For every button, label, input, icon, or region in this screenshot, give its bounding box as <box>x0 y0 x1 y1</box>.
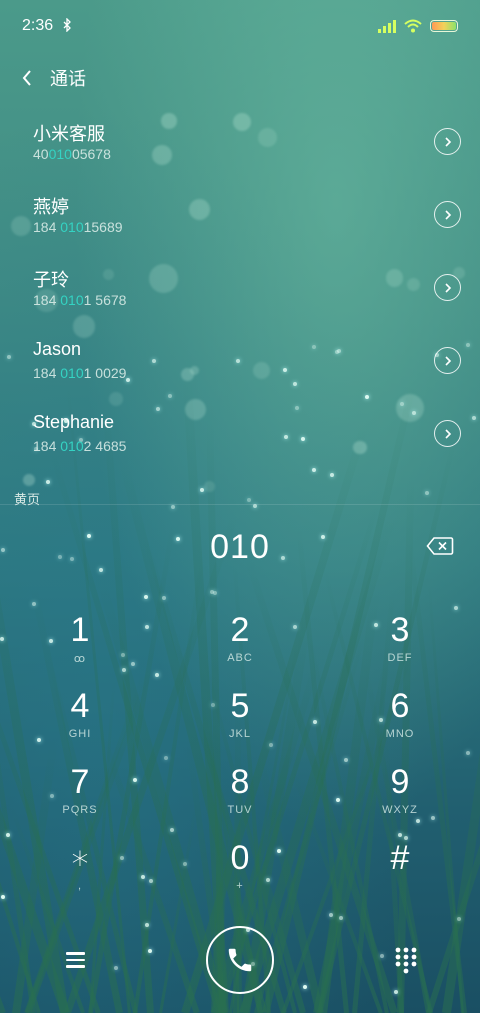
key-7[interactable]: 7 PQRS <box>20 762 140 834</box>
key-6[interactable]: 6 MNO <box>340 686 460 758</box>
status-time: 2:36 <box>22 17 54 34</box>
contact-suggestions-list: 小米客服 4001005678 燕婷 184 01015689 子玲 184 0… <box>0 110 480 475</box>
contact-detail-button[interactable] <box>434 128 461 155</box>
contact-number: 184 01015689 <box>33 219 123 235</box>
contact-number: 184 0102 4685 <box>33 438 127 454</box>
contact-number: 184 0101 0029 <box>33 365 127 381</box>
contact-name: Stephanie <box>33 412 115 432</box>
page-header: 通话 <box>0 58 480 98</box>
contact-detail-button[interactable] <box>434 347 461 374</box>
key-star[interactable]: ∗, <box>20 838 140 910</box>
key-hash[interactable]: # <box>340 838 460 910</box>
key-1[interactable]: 1ꝏ <box>20 610 140 682</box>
contact-number: 4001005678 <box>33 146 111 162</box>
contact-row[interactable]: 子玲 184 0101 5678 <box>0 256 480 329</box>
contact-row[interactable]: 燕婷 184 01015689 <box>0 183 480 256</box>
backspace-icon[interactable] <box>426 536 454 556</box>
yellow-pages-link[interactable]: 黄页 <box>14 489 40 508</box>
contact-name: 小米客服 <box>33 124 105 144</box>
divider <box>0 504 480 505</box>
key-0[interactable]: 0 + <box>180 838 300 910</box>
contact-name: 子玲 <box>33 270 69 290</box>
chevron-right-icon <box>444 209 451 220</box>
contact-name: 燕婷 <box>33 197 69 217</box>
chevron-right-icon <box>444 428 451 439</box>
key-9[interactable]: 9 WXYZ <box>340 762 460 834</box>
contact-row[interactable]: Stephanie 184 0102 4685 <box>0 402 480 475</box>
menu-icon[interactable] <box>60 946 90 974</box>
key-2[interactable]: 2 ABC <box>180 610 300 682</box>
contact-name: Jason <box>33 339 82 359</box>
contact-detail-button[interactable] <box>434 201 461 228</box>
dialpad-icon[interactable] <box>393 946 419 974</box>
signal-icon <box>378 19 396 33</box>
battery-icon <box>430 20 458 32</box>
chevron-right-icon <box>444 136 451 147</box>
key-5[interactable]: 5 JKL <box>180 686 300 758</box>
contact-detail-button[interactable] <box>434 420 461 447</box>
bluetooth-icon <box>63 16 72 35</box>
status-bar: 2:36 <box>0 0 480 52</box>
contact-row[interactable]: 小米客服 4001005678 <box>0 110 480 183</box>
dialed-number-display: 010 <box>210 528 270 566</box>
page-title: 通话 <box>50 69 86 89</box>
phone-icon <box>228 948 252 972</box>
contact-number: 184 0101 5678 <box>33 292 127 308</box>
key-8[interactable]: 8 TUV <box>180 762 300 834</box>
chevron-right-icon <box>444 282 451 293</box>
contact-row[interactable]: Jason 184 0101 0029 <box>0 329 480 402</box>
voicemail-icon: ꝏ <box>73 653 87 665</box>
chevron-left-icon[interactable] <box>16 63 38 93</box>
key-3[interactable]: 3 DEF <box>340 610 460 682</box>
key-4[interactable]: 4 GHI <box>20 686 140 758</box>
contact-detail-button[interactable] <box>434 274 461 301</box>
chevron-right-icon <box>444 355 451 366</box>
wifi-icon <box>404 19 422 33</box>
call-button[interactable] <box>206 926 274 994</box>
bottom-action-bar <box>0 926 480 994</box>
